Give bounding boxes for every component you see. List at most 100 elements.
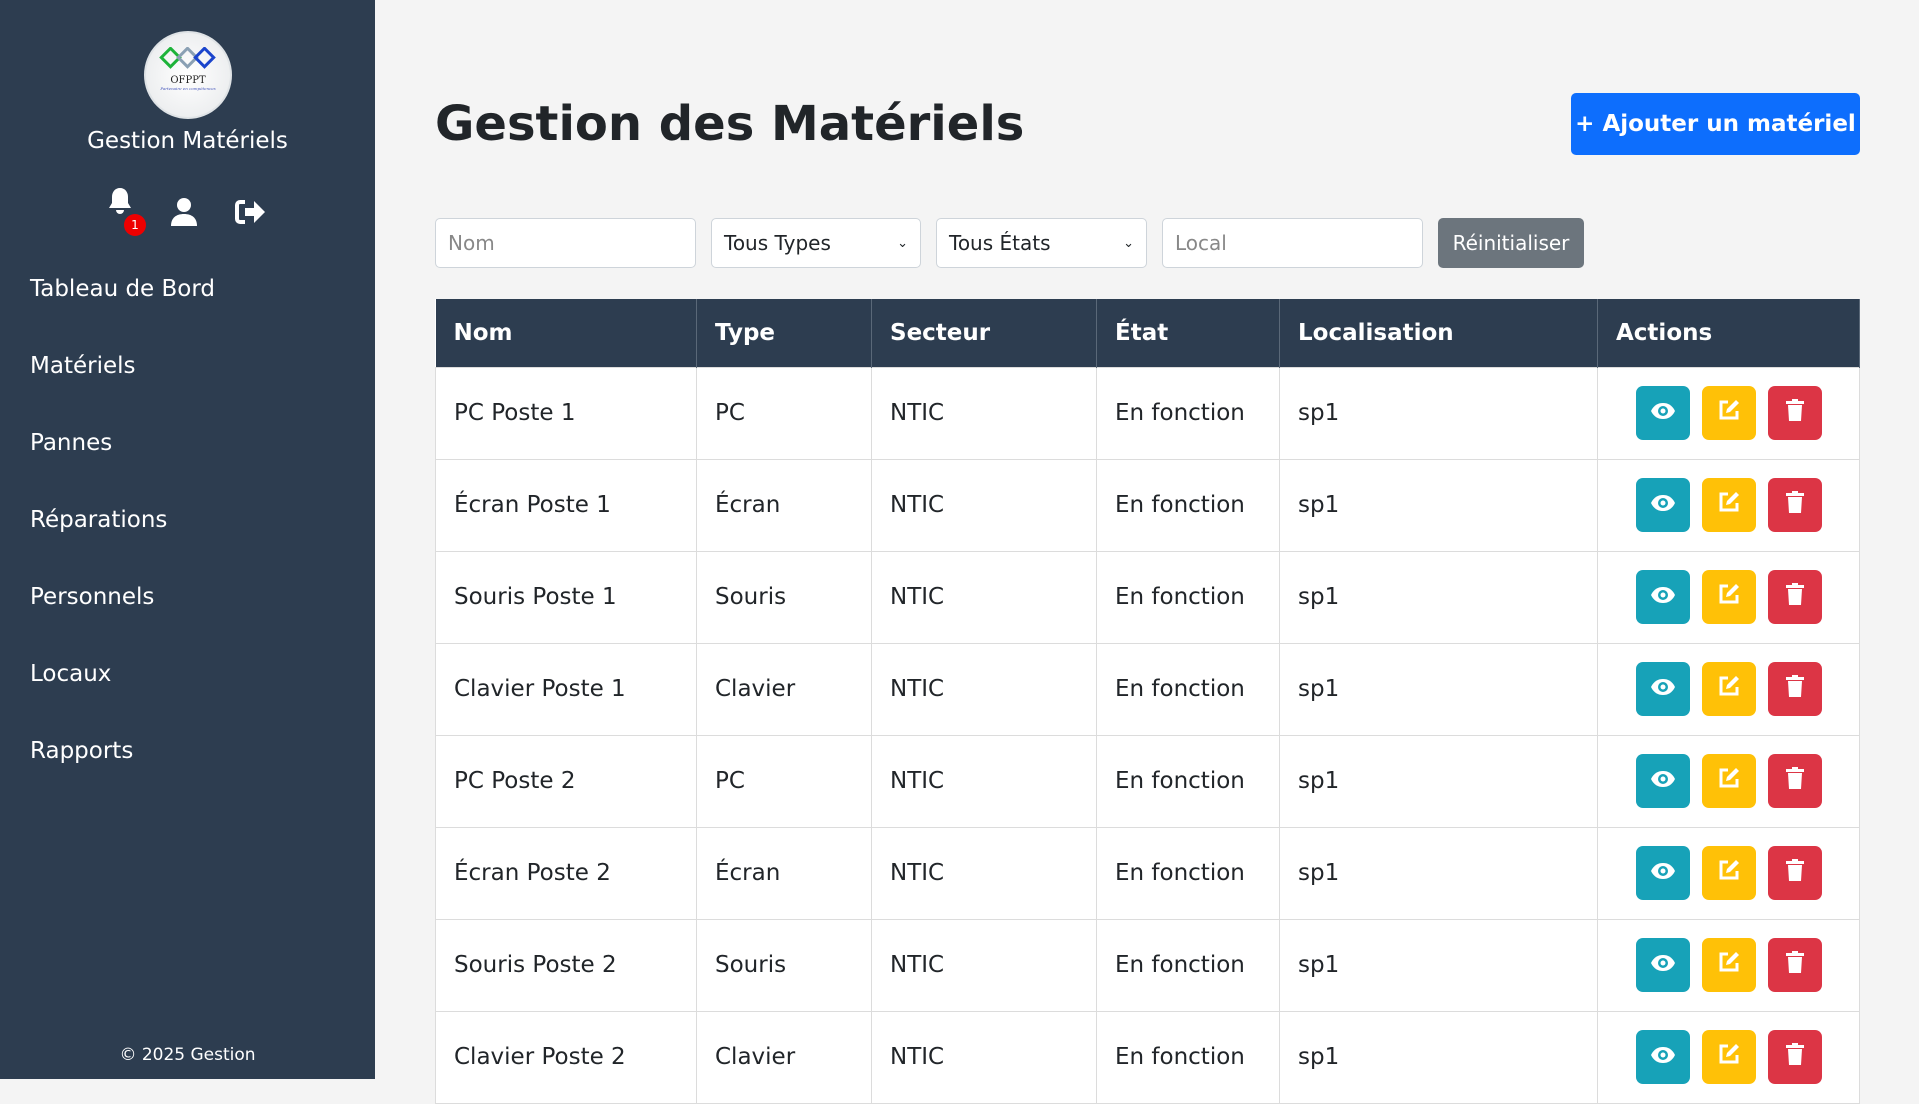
edit-icon bbox=[1717, 1042, 1741, 1072]
cell-actions bbox=[1597, 734, 1860, 828]
edit-button[interactable] bbox=[1702, 754, 1756, 808]
cell-localisation: sp1 bbox=[1279, 642, 1598, 736]
col-nom: Nom bbox=[435, 299, 697, 367]
cell-localisation: sp1 bbox=[1279, 366, 1598, 460]
delete-button[interactable] bbox=[1768, 754, 1822, 808]
ofppt-logo: OFPPT Partenaire en compétences bbox=[144, 31, 232, 119]
eye-icon bbox=[1650, 860, 1676, 886]
view-button[interactable] bbox=[1636, 662, 1690, 716]
col-type: Type bbox=[696, 299, 872, 367]
nom-filter-input[interactable]: Nom bbox=[435, 218, 696, 268]
trash-icon bbox=[1785, 1042, 1805, 1072]
cell-localisation: sp1 bbox=[1279, 1010, 1598, 1104]
col-etat: État bbox=[1096, 299, 1280, 367]
delete-button[interactable] bbox=[1768, 570, 1822, 624]
cell-type: PC bbox=[696, 734, 872, 828]
view-button[interactable] bbox=[1636, 570, 1690, 624]
chevron-down-icon: ⌄ bbox=[1123, 235, 1134, 251]
col-localisation: Localisation bbox=[1279, 299, 1598, 367]
table-row: PC Poste 2 PC NTIC En fonction sp1 bbox=[435, 734, 1860, 828]
view-button[interactable] bbox=[1636, 754, 1690, 808]
delete-button[interactable] bbox=[1768, 478, 1822, 532]
cell-nom: PC Poste 1 bbox=[435, 366, 697, 460]
cell-type: Clavier bbox=[696, 1010, 872, 1104]
edit-button[interactable] bbox=[1702, 570, 1756, 624]
edit-icon bbox=[1717, 582, 1741, 612]
delete-button[interactable] bbox=[1768, 846, 1822, 900]
cell-secteur: NTIC bbox=[871, 918, 1097, 1012]
cell-etat: En fonction bbox=[1096, 734, 1280, 828]
cell-type: Écran bbox=[696, 826, 872, 920]
logout-icon[interactable] bbox=[234, 198, 266, 230]
view-button[interactable] bbox=[1636, 1030, 1690, 1084]
nav-materiels[interactable]: Matériels bbox=[0, 343, 375, 420]
cell-nom: Souris Poste 1 bbox=[435, 550, 697, 644]
view-button[interactable] bbox=[1636, 386, 1690, 440]
eye-icon bbox=[1650, 400, 1676, 426]
view-button[interactable] bbox=[1636, 938, 1690, 992]
type-selected: Tous Types bbox=[724, 231, 831, 255]
delete-button[interactable] bbox=[1768, 386, 1822, 440]
nav-tableau-de-bord[interactable]: Tableau de Bord bbox=[0, 266, 375, 343]
cell-etat: En fonction bbox=[1096, 1010, 1280, 1104]
cell-etat: En fonction bbox=[1096, 550, 1280, 644]
edit-button[interactable] bbox=[1702, 846, 1756, 900]
user-icon[interactable] bbox=[170, 197, 198, 231]
eye-icon bbox=[1650, 768, 1676, 794]
cell-actions bbox=[1597, 642, 1860, 736]
cell-secteur: NTIC bbox=[871, 1010, 1097, 1104]
cell-localisation: sp1 bbox=[1279, 918, 1598, 1012]
logo-text: OFPPT bbox=[170, 75, 206, 86]
chevron-down-icon: ⌄ bbox=[897, 235, 908, 251]
edit-button[interactable] bbox=[1702, 662, 1756, 716]
nav-pannes[interactable]: Pannes bbox=[0, 420, 375, 497]
cell-actions bbox=[1597, 366, 1860, 460]
edit-button[interactable] bbox=[1702, 938, 1756, 992]
cell-actions bbox=[1597, 550, 1860, 644]
cell-secteur: NTIC bbox=[871, 458, 1097, 552]
view-button[interactable] bbox=[1636, 478, 1690, 532]
table-row: Écran Poste 1 Écran NTIC En fonction sp1 bbox=[435, 458, 1860, 552]
table-row: Clavier Poste 2 Clavier NTIC En fonction sp1 bbox=[435, 1010, 1860, 1104]
sidebar: OFPPT Partenaire en compétences Gestion … bbox=[0, 0, 375, 1079]
cell-nom: PC Poste 2 bbox=[435, 734, 697, 828]
etat-filter-select[interactable]: Tous États ⌄ bbox=[936, 218, 1147, 268]
edit-icon bbox=[1717, 766, 1741, 796]
local-filter-input[interactable]: Local bbox=[1162, 218, 1423, 268]
edit-button[interactable] bbox=[1702, 478, 1756, 532]
view-button[interactable] bbox=[1636, 846, 1690, 900]
edit-button[interactable] bbox=[1702, 386, 1756, 440]
eye-icon bbox=[1650, 492, 1676, 518]
nav-locaux[interactable]: Locaux bbox=[0, 651, 375, 728]
reset-button[interactable]: Réinitialiser bbox=[1438, 218, 1584, 268]
col-secteur: Secteur bbox=[871, 299, 1097, 367]
eye-icon bbox=[1650, 1044, 1676, 1070]
edit-icon bbox=[1717, 490, 1741, 520]
table-row: Clavier Poste 1 Clavier NTIC En fonction sp1 bbox=[435, 642, 1860, 736]
edit-icon bbox=[1717, 858, 1741, 888]
delete-button[interactable] bbox=[1768, 938, 1822, 992]
type-filter-select[interactable]: Tous Types ⌄ bbox=[711, 218, 921, 268]
cell-type: Clavier bbox=[696, 642, 872, 736]
cell-etat: En fonction bbox=[1096, 918, 1280, 1012]
table-row: Souris Poste 1 Souris NTIC En fonction sp1 bbox=[435, 550, 1860, 644]
nav-personnels[interactable]: Personnels bbox=[0, 574, 375, 651]
delete-button[interactable] bbox=[1768, 1030, 1822, 1084]
cell-secteur: NTIC bbox=[871, 366, 1097, 460]
nav-reparations[interactable]: Réparations bbox=[0, 497, 375, 574]
delete-button[interactable] bbox=[1768, 662, 1822, 716]
cell-localisation: sp1 bbox=[1279, 458, 1598, 552]
cell-secteur: NTIC bbox=[871, 826, 1097, 920]
eye-icon bbox=[1650, 676, 1676, 702]
nav-rapports[interactable]: Rapports bbox=[0, 728, 375, 805]
cell-secteur: NTIC bbox=[871, 734, 1097, 828]
cell-nom: Écran Poste 1 bbox=[435, 458, 697, 552]
notification-bell-icon[interactable]: 1 bbox=[106, 186, 146, 242]
add-material-button[interactable]: + Ajouter un matériel bbox=[1571, 93, 1860, 155]
cell-localisation: sp1 bbox=[1279, 550, 1598, 644]
edit-button[interactable] bbox=[1702, 1030, 1756, 1084]
table-row: PC Poste 1 PC NTIC En fonction sp1 bbox=[435, 366, 1860, 460]
cell-actions bbox=[1597, 826, 1860, 920]
cell-type: Écran bbox=[696, 458, 872, 552]
trash-icon bbox=[1785, 858, 1805, 888]
